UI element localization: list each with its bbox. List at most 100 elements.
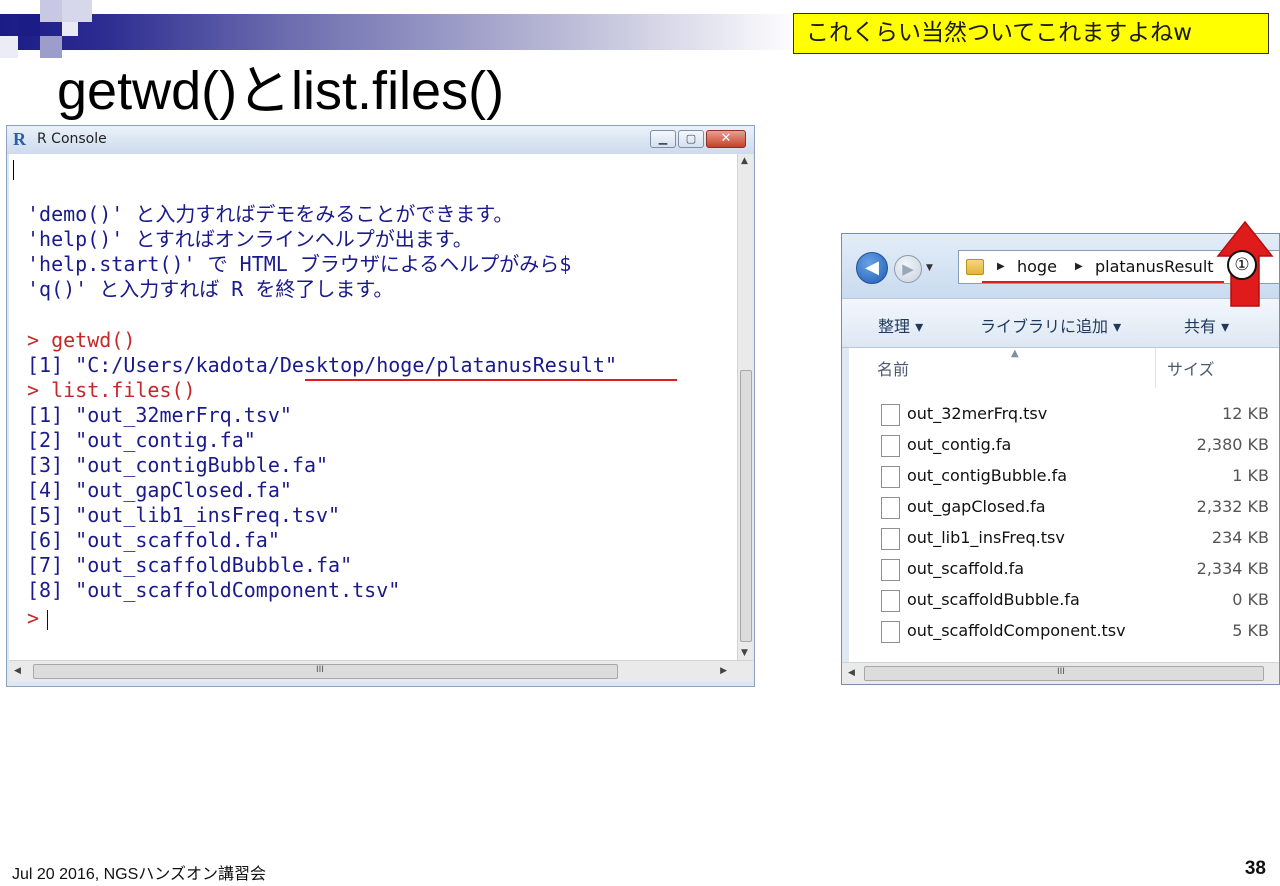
minimize-icon: ▁ bbox=[658, 132, 668, 145]
file-name: out_lib1_insFreq.tsv bbox=[907, 528, 1065, 547]
scroll-right-icon[interactable]: ▶ bbox=[720, 666, 727, 676]
file-row[interactable]: out_scaffold.fa 2,334 KB bbox=[849, 555, 1279, 585]
file-size: 1 KB bbox=[1232, 466, 1269, 485]
scroll-thumb[interactable]: III bbox=[33, 664, 618, 679]
window-title: R Console bbox=[37, 131, 107, 147]
file-size: 2,332 KB bbox=[1196, 497, 1269, 516]
file-size: 2,380 KB bbox=[1196, 435, 1269, 454]
file-size: 0 KB bbox=[1232, 590, 1269, 609]
file-row[interactable]: out_scaffoldBubble.fa 0 KB bbox=[849, 586, 1279, 616]
r-console-window[interactable]: R R Console ▁ ▢ ✕ 'demo()' と入力すればデモをみること… bbox=[6, 125, 755, 687]
console-command: > list.files() bbox=[27, 378, 196, 402]
decoration-square bbox=[40, 36, 62, 58]
folder-icon bbox=[966, 259, 984, 275]
scroll-left-icon[interactable]: ◀ bbox=[848, 668, 855, 678]
forward-button[interactable]: ▶ bbox=[894, 255, 922, 283]
horizontal-scrollbar[interactable]: ◀ III bbox=[842, 662, 1279, 684]
decoration-square bbox=[0, 36, 18, 58]
title-decoration-bar bbox=[0, 14, 800, 50]
file-icon bbox=[881, 528, 900, 550]
breadcrumb-item[interactable]: hoge bbox=[1017, 257, 1057, 276]
decoration-square bbox=[40, 0, 62, 22]
file-list[interactable]: ▲ 名前 サイズ out_32merFrq.tsv 12 KB out_conti… bbox=[849, 348, 1279, 662]
breadcrumb-separator-icon[interactable]: ▶ bbox=[997, 261, 1005, 272]
close-button[interactable]: ✕ bbox=[706, 130, 746, 148]
scroll-left-icon[interactable]: ◀ bbox=[14, 666, 21, 676]
console-line: 'demo()' と入力すればデモをみることができます。 bbox=[27, 202, 514, 226]
back-arrow-icon: ◀ bbox=[865, 257, 879, 278]
scroll-thumb[interactable] bbox=[740, 370, 752, 642]
file-name: out_scaffold.fa bbox=[907, 559, 1025, 578]
file-size: 2,334 KB bbox=[1196, 559, 1269, 578]
page-number: 38 bbox=[1244, 858, 1266, 879]
input-cursor bbox=[47, 609, 49, 630]
console-line: 'q()' と入力すれば R を終了します。 bbox=[27, 277, 394, 301]
console-file-line: [5] "out_lib1_insFreq.tsv" bbox=[27, 503, 341, 527]
scroll-grip: III bbox=[1057, 667, 1065, 677]
sort-ascending-icon: ▲ bbox=[1011, 348, 1019, 359]
file-name: out_32merFrq.tsv bbox=[907, 404, 1048, 423]
decoration-square bbox=[18, 14, 40, 36]
forward-arrow-icon: ▶ bbox=[902, 260, 914, 278]
console-file-line: [7] "out_scaffoldBubble.fa" bbox=[27, 553, 353, 577]
scroll-thumb[interactable]: III bbox=[864, 666, 1264, 681]
column-header-name[interactable]: 名前 bbox=[877, 356, 909, 380]
callout-box: これくらい当然ついてこれますよねw bbox=[793, 13, 1269, 54]
column-header-size[interactable]: サイズ bbox=[1167, 356, 1215, 380]
file-size: 234 KB bbox=[1211, 528, 1269, 547]
add-to-library-menu[interactable]: ライブラリに追加 ▾ bbox=[980, 313, 1121, 337]
file-name: out_contigBubble.fa bbox=[907, 466, 1068, 485]
breadcrumb-item[interactable]: platanusResult bbox=[1095, 257, 1214, 276]
console-file-line: [8] "out_scaffoldComponent.tsv" bbox=[27, 578, 401, 602]
decoration-square bbox=[62, 0, 92, 22]
close-icon: ✕ bbox=[720, 131, 732, 146]
console-file-line: [6] "out_scaffold.fa" bbox=[27, 528, 280, 552]
back-button[interactable]: ◀ bbox=[856, 252, 888, 284]
column-divider[interactable] bbox=[1155, 348, 1156, 388]
scroll-down-icon[interactable]: ▼ bbox=[741, 648, 748, 658]
maximize-button[interactable]: ▢ bbox=[678, 130, 704, 148]
minimize-button[interactable]: ▁ bbox=[650, 130, 676, 148]
file-icon bbox=[881, 404, 900, 426]
text-cursor bbox=[13, 160, 14, 180]
file-row[interactable]: out_contig.fa 2,380 KB bbox=[849, 431, 1279, 461]
file-name: out_gapClosed.fa bbox=[907, 497, 1046, 516]
file-icon bbox=[881, 435, 900, 457]
console-output[interactable]: 'demo()' と入力すればデモをみることができます。 'help()' とす… bbox=[9, 154, 737, 660]
console-prompt[interactable]: > bbox=[27, 606, 49, 631]
prompt-symbol: > bbox=[27, 606, 40, 630]
file-size: 5 KB bbox=[1232, 621, 1269, 640]
file-row[interactable]: out_contigBubble.fa 1 KB bbox=[849, 462, 1279, 492]
file-row[interactable]: out_32merFrq.tsv 12 KB bbox=[849, 400, 1279, 430]
file-name: out_scaffoldBubble.fa bbox=[907, 590, 1080, 609]
horizontal-scrollbar[interactable]: ◀ III ▶ bbox=[9, 660, 753, 682]
scroll-up-icon[interactable]: ▲ bbox=[741, 156, 748, 166]
console-line: 'help()' とすればオンラインヘルプが出ます。 bbox=[27, 227, 473, 251]
console-command: > getwd() bbox=[27, 328, 136, 352]
share-menu[interactable]: 共有 ▾ bbox=[1184, 313, 1229, 337]
console-result: [1] "C:/Users/kadota/Desktop/hoge/platan… bbox=[27, 353, 618, 377]
file-icon bbox=[881, 621, 900, 643]
organize-menu[interactable]: 整理 ▾ bbox=[878, 313, 923, 337]
console-file-line: [4] "out_gapClosed.fa" bbox=[27, 478, 292, 502]
file-row[interactable]: out_gapClosed.fa 2,332 KB bbox=[849, 493, 1279, 523]
file-row[interactable]: out_lib1_insFreq.tsv 234 KB bbox=[849, 524, 1279, 554]
explorer-window[interactable]: ◀ ▶ ▼ ▶ hoge ▶ platanusResult 整理 ▾ ライブラリ… bbox=[841, 233, 1280, 685]
decoration-square bbox=[62, 22, 78, 36]
highlight-underline bbox=[982, 281, 1224, 283]
history-dropdown-icon[interactable]: ▼ bbox=[926, 263, 933, 273]
r-logo-icon: R bbox=[13, 129, 26, 149]
explorer-toolbar: 整理 ▾ ライブラリに追加 ▾ 共有 ▾ bbox=[842, 298, 1279, 348]
maximize-icon: ▢ bbox=[685, 132, 697, 145]
file-name: out_contig.fa bbox=[907, 435, 1012, 454]
vertical-scrollbar[interactable]: ▲ ▼ bbox=[737, 154, 753, 660]
file-size: 12 KB bbox=[1222, 404, 1269, 423]
file-icon bbox=[881, 559, 900, 581]
breadcrumb-separator-icon[interactable]: ▶ bbox=[1075, 261, 1083, 272]
file-icon bbox=[881, 590, 900, 612]
file-row[interactable]: out_scaffoldComponent.tsv 5 KB bbox=[849, 617, 1279, 647]
highlight-underline bbox=[305, 379, 677, 381]
console-file-line: [1] "out_32merFrq.tsv" bbox=[27, 403, 292, 427]
r-console-titlebar[interactable]: R R Console ▁ ▢ ✕ bbox=[7, 126, 754, 154]
console-file-line: [2] "out_contig.fa" bbox=[27, 428, 256, 452]
